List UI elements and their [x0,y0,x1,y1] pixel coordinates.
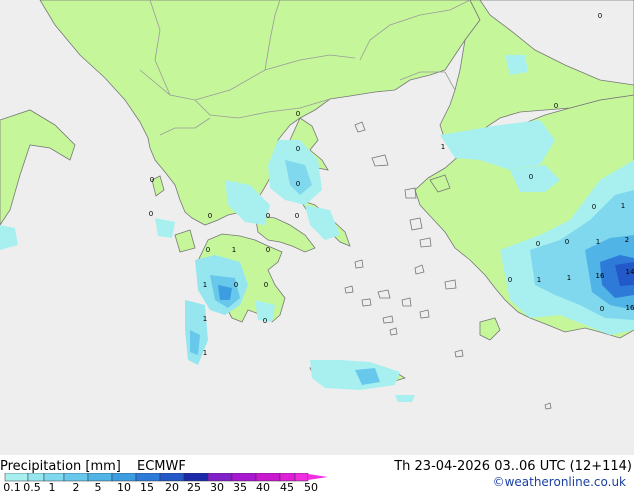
legend-color-box [87,473,113,482]
value-label: 0 [263,317,267,325]
value-label: 0 [508,276,512,284]
legend-tick-label: 50 [304,481,318,494]
value-label: 0 [529,173,533,181]
value-label: 0 [600,305,604,313]
legend-color-box [231,473,257,482]
value-label: 0 [206,246,210,254]
value-label: 0 [554,102,558,110]
value-label: 0 [296,110,300,118]
model-name: ECMWF [137,459,186,474]
legend-tick-label: 10 [117,481,131,494]
value-label: 1 [567,274,571,282]
value-label: 0 [536,240,540,248]
value-label: 16 [596,272,605,280]
legend-tick-label: 0.1 [3,481,21,494]
value-label: 1 [621,202,625,210]
legend-tick-label: 5 [94,481,102,494]
value-label: 0 [150,176,154,184]
legend-tick-label: 1 [48,481,56,494]
value-label: 0 [266,212,270,220]
value-label: 0 [234,281,238,289]
legend-color-box [43,473,65,482]
legend-color-box [255,473,281,482]
copyright-link[interactable]: ©weatheronline.co.uk [493,475,626,489]
legend-tick-label: 25 [187,481,201,494]
precipitation-title: Precipitation [mm] [0,459,121,474]
map-footer: Precipitation [mm] ECMWF Th 23-04-2026 0… [0,455,634,494]
value-label: 1 [537,276,541,284]
value-label: 0 [208,212,212,220]
value-label: 14 [626,268,634,276]
legend-color-box [183,473,209,482]
legend-color-box [294,473,309,482]
forecast-datetime: Th 23-04-2026 03..06 UTC (12+114) [394,459,632,474]
legend-color-box [135,473,161,482]
value-label: 0 [149,210,153,218]
value-label: 1 [203,349,207,357]
legend-tick-label: 35 [233,481,247,494]
legend-tick-label: 45 [280,481,294,494]
legend-tick-label: 0.5 [23,481,41,494]
legend-color-box [63,473,89,482]
legend-arrow-icon [308,474,328,480]
legend-color-box [207,473,233,482]
value-label: 1 [596,238,600,246]
value-label: 1 [203,281,207,289]
legend-color-box [27,473,45,482]
value-label: 0 [565,238,569,246]
legend-color-box [279,473,296,482]
value-label: 0 [598,12,602,20]
value-label: 0 [266,246,270,254]
legend-tick-label: 40 [256,481,270,494]
legend-tick-label: 20 [165,481,179,494]
value-label: 1 [441,143,445,151]
legend-tick-label: 15 [140,481,154,494]
precipitation-map: 0 0 0 0 0 0 0 0 0 0 0 0 0 0 0 0 1 1 1 1 … [0,0,634,455]
legend-tick-label: 2 [72,481,80,494]
value-label: 1 [232,246,236,254]
legend-tick-label: 30 [210,481,224,494]
value-label: 0 [295,212,299,220]
value-label: 16 [626,304,634,312]
value-label: 2 [625,236,629,244]
legend-color-box [4,473,29,482]
legend-color-box [159,473,185,482]
value-label: 0 [592,203,596,211]
value-label: 1 [203,315,207,323]
value-label: 0 [296,145,300,153]
value-label: 0 [296,180,300,188]
legend-color-box [111,473,137,482]
value-label: 0 [264,281,268,289]
